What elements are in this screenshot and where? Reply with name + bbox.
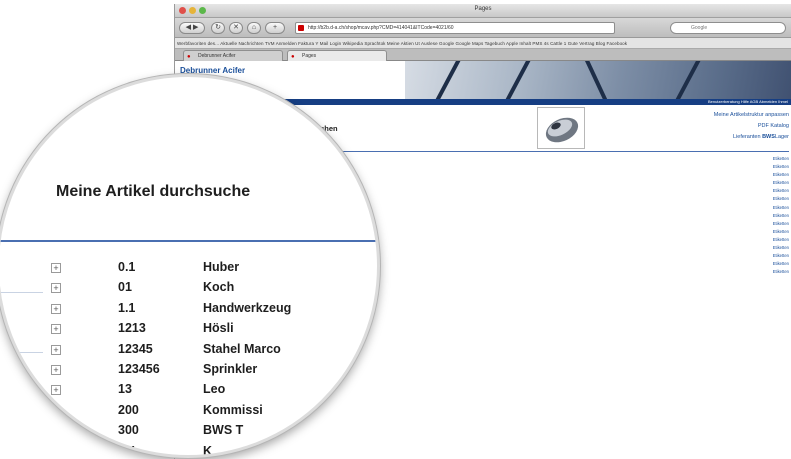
banner-image: [405, 61, 791, 99]
expand-icon[interactable]: +: [51, 446, 61, 455]
magnified-separator: [0, 240, 377, 242]
delivery-link[interactable]: Lieferanten BWSLager: [714, 132, 789, 143]
search-placeholder: Google: [691, 25, 708, 31]
reload-icon: ↻: [215, 24, 221, 31]
etiketten-link[interactable]: Etiketten: [773, 220, 789, 228]
expand-icon[interactable]: +: [51, 283, 61, 294]
bookmarks-bar[interactable]: Werbfavoriten des... Aktuelle Nachrichte…: [175, 38, 791, 49]
title-bar: Pages: [175, 4, 791, 18]
etiketten-link[interactable]: Etiketten: [773, 228, 789, 236]
article-code: 0.1: [118, 260, 136, 274]
article-name[interactable]: BWS T: [203, 423, 243, 437]
article-code: 123456: [118, 362, 160, 376]
tab-label: Debrunner Acifer: [198, 53, 236, 59]
etiketten-link[interactable]: Etiketten: [773, 179, 789, 187]
magnified-table-row[interactable]: +123456 Sprinkler: [0, 361, 377, 381]
forward-icon[interactable]: ▶: [193, 24, 198, 31]
article-name[interactable]: Koch: [203, 280, 234, 294]
expand-icon[interactable]: +: [51, 303, 61, 314]
plus-icon: +: [272, 24, 278, 31]
back-forward-buttons[interactable]: ◀ ▶: [179, 22, 205, 34]
magnified-page-title: Meine Artikel durchsuche: [56, 183, 251, 200]
etiketten-link[interactable]: Etiketten: [773, 252, 789, 260]
top-nav-links[interactable]: Benutzerberatung Hilfe AGB Abmelden Ihme…: [708, 99, 788, 105]
tab-pages[interactable]: ● Pages: [287, 50, 387, 61]
etiketten-link[interactable]: Etiketten: [773, 195, 789, 203]
article-name[interactable]: Kommissi: [203, 403, 263, 417]
magnified-table-row[interactable]: +1213 Hösli: [0, 320, 377, 340]
magnified-table-row[interactable]: +0.1 Huber: [0, 259, 377, 279]
structure-link[interactable]: Meine Artikelstruktur anpassen: [714, 110, 789, 121]
article-name[interactable]: Hösli: [203, 321, 234, 335]
article-code: 300: [118, 423, 139, 438]
etiketten-link[interactable]: Etiketten: [773, 260, 789, 268]
magnified-table-row[interactable]: +12345 Stahel Marco: [0, 341, 377, 361]
article-name[interactable]: Leo: [203, 382, 225, 396]
stop-button[interactable]: ✕: [229, 22, 243, 34]
etiketten-link[interactable]: Etiketten: [773, 212, 789, 220]
article-code: 4.4: [118, 443, 136, 458]
magnified-table-row[interactable]: +300 BWS T: [0, 422, 377, 442]
delivery-link-prefix: Lieferanten: [733, 134, 763, 140]
expand-icon[interactable]: +: [51, 365, 61, 375]
etiketten-link[interactable]: Etiketten: [773, 163, 789, 171]
etiketten-link[interactable]: Etiketten: [773, 171, 789, 179]
etiketten-link[interactable]: Etiketten: [773, 268, 789, 276]
etiketten-link[interactable]: Etiketten: [773, 236, 789, 244]
expand-icon[interactable]: +: [51, 405, 61, 416]
etiketten-link[interactable]: Etiketten: [773, 187, 789, 195]
browser-toolbar: ◀ ▶ ↻ ✕ ⌂ + http://b2b.d-a.ch/shop/mcav.…: [175, 18, 791, 38]
address-bar[interactable]: http://b2b.d-a.ch/shop/mcav.php?CMD=4140…: [295, 22, 615, 34]
pdf-catalog-link[interactable]: PDF Katalog: [714, 121, 789, 132]
tab-label: Pages: [302, 53, 317, 59]
right-links: Meine Artikelstruktur anpassen PDF Katal…: [714, 110, 789, 143]
window-title: Pages: [474, 6, 492, 12]
tab-bar: ● Debrunner Acifer ● Pages: [175, 49, 791, 61]
banner-beam: [503, 61, 531, 99]
article-code: 12345: [118, 341, 153, 356]
article-name[interactable]: Sprinkler: [203, 362, 257, 376]
search-field[interactable]: Google: [670, 22, 786, 34]
expand-icon[interactable]: +: [51, 344, 61, 355]
banner-beam: [433, 61, 461, 99]
expand-icon[interactable]: +: [51, 385, 61, 396]
expand-icon[interactable]: +: [51, 263, 61, 273]
article-name[interactable]: K: [203, 444, 212, 455]
magnified-table-row[interactable]: +1.1 Handwerkzeug: [0, 300, 377, 320]
home-icon: ⌂: [251, 24, 257, 31]
device-icon: [545, 117, 579, 143]
article-name[interactable]: Handwerkzeug: [203, 301, 291, 315]
reload-button[interactable]: ↻: [211, 22, 225, 34]
magnified-table-row[interactable]: +200 Kommissi: [0, 402, 377, 422]
article-code: 1.1: [118, 300, 136, 315]
article-code: 1213: [118, 321, 146, 336]
article-code: 13: [118, 382, 132, 397]
etiketten-link[interactable]: Etiketten: [773, 244, 789, 252]
bookmark-add-button[interactable]: +: [265, 22, 285, 34]
article-code: 200: [118, 402, 139, 417]
etiketten-link[interactable]: Etiketten: [773, 155, 789, 163]
expand-icon[interactable]: +: [51, 426, 61, 437]
article-name[interactable]: Huber: [203, 260, 239, 274]
address-bar-url: http://b2b.d-a.ch/shop/mcav.php?CMD=4140…: [308, 25, 454, 31]
magnified-table-row[interactable]: +13 Leo: [0, 381, 377, 401]
back-icon[interactable]: ◀: [186, 24, 191, 31]
product-image: [537, 107, 585, 149]
magnifier-lens: Meine Artikel durchsuche nt +0.1 Huber +01…: [0, 74, 380, 458]
tab-debrunner[interactable]: ● Debrunner Acifer: [183, 50, 283, 61]
article-code: 01: [118, 280, 132, 295]
expand-icon[interactable]: +: [51, 324, 61, 335]
delivery-link-suffix: Lager: [774, 134, 789, 140]
etiketten-link[interactable]: Etiketten: [773, 204, 789, 212]
banner-beam: [584, 61, 610, 99]
site-favicon-icon: [298, 25, 304, 31]
home-button[interactable]: ⌂: [247, 22, 261, 34]
stop-icon: ✕: [233, 24, 239, 31]
delivery-link-brand: BWS: [762, 134, 775, 140]
banner-beam: [673, 61, 701, 99]
article-name[interactable]: Stahel Marco: [203, 342, 281, 356]
magnified-table-row[interactable]: +01 Koch: [0, 279, 377, 299]
